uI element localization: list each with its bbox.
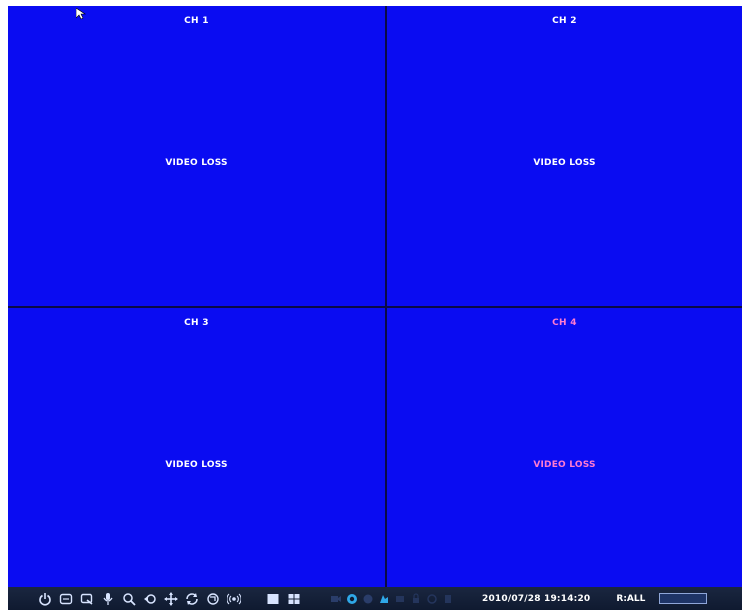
lock-status-icon — [410, 592, 422, 605]
menu-icon[interactable] — [57, 590, 74, 607]
single-view-icon[interactable] — [264, 590, 281, 607]
bottom-toolbar: 2010/07/28 19:14:20 R:ALL — [8, 587, 742, 610]
channel-4-view[interactable]: CH 4 VIDEO LOSS — [387, 308, 742, 587]
datetime-display: 2010/07/28 19:14:20 — [482, 593, 591, 604]
mouse-cursor-icon — [76, 8, 86, 20]
channel-2-label: CH 2 — [552, 16, 577, 26]
channel-4-status: VIDEO LOSS — [533, 460, 596, 470]
usb-status-icon — [442, 593, 454, 605]
power-icon[interactable] — [36, 590, 53, 607]
freeze-icon[interactable] — [141, 590, 158, 607]
hdd-status-icon — [426, 593, 438, 605]
channel-3-view[interactable]: CH 3 VIDEO LOSS — [8, 308, 385, 587]
channel-4-label: CH 4 — [552, 318, 577, 328]
hdd-usage-bar — [659, 593, 708, 604]
grid-divider-vertical — [385, 6, 387, 587]
camera-grid: CH 1 VIDEO LOSS CH 2 VIDEO LOSS CH 3 VID… — [8, 6, 742, 587]
channel-3-label: CH 3 — [184, 318, 209, 328]
sequence-icon[interactable] — [183, 590, 200, 607]
ptz-icon[interactable] — [162, 590, 179, 607]
channel-2-status: VIDEO LOSS — [533, 158, 596, 168]
channel-2-view[interactable]: CH 2 VIDEO LOSS — [387, 6, 742, 306]
channel-3-status: VIDEO LOSS — [165, 460, 228, 470]
network-status-icon — [346, 593, 358, 605]
channel-1-view[interactable]: CH 1 VIDEO LOSS — [8, 6, 385, 306]
grid-divider-horizontal — [8, 306, 742, 308]
audio-icon[interactable] — [99, 590, 116, 607]
channel-1-status: VIDEO LOSS — [165, 158, 228, 168]
backup-status-icon — [394, 593, 406, 605]
motion-status-icon — [378, 593, 390, 605]
quad-view-icon[interactable] — [285, 590, 302, 607]
remote-icon[interactable] — [204, 590, 221, 607]
playback-icon[interactable] — [78, 590, 95, 607]
record-mode-label: R:ALL — [616, 593, 646, 604]
record-status-icon — [362, 593, 374, 605]
alarm-icon[interactable] — [225, 590, 242, 607]
channel-1-label: CH 1 — [184, 16, 209, 26]
camera-status-icon — [330, 593, 342, 605]
zoom-icon[interactable] — [120, 590, 137, 607]
